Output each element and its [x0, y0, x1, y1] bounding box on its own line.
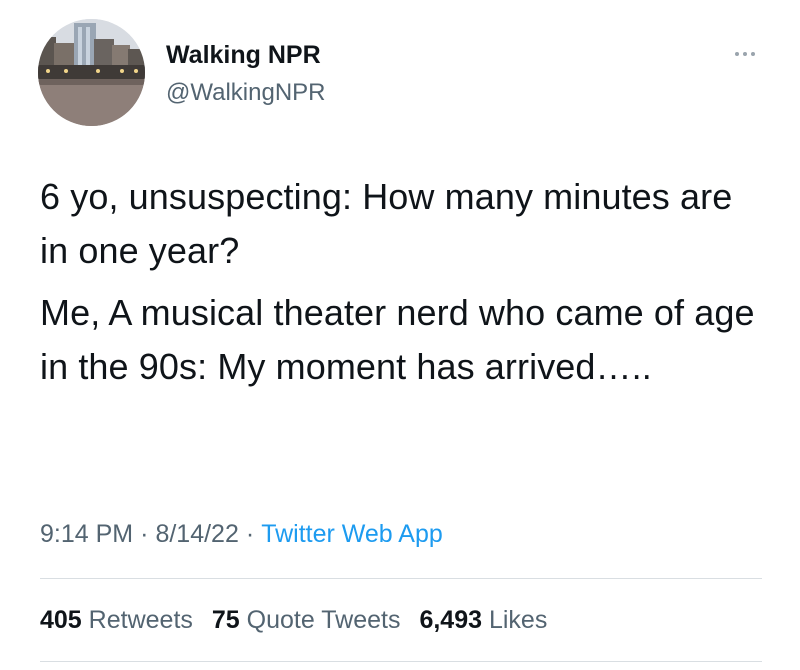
author-handle[interactable]: @WalkingNPR: [166, 78, 326, 108]
divider: [40, 578, 762, 579]
avatar-image: [38, 19, 145, 126]
tweet-card: Walking NPR @WalkingNPR 6 yo, unsuspecti…: [0, 0, 800, 670]
tweet-paragraph: 6 yo, unsuspecting: How many minutes are…: [40, 176, 733, 271]
tweet-paragraph: Me, A musical theater nerd who came of a…: [40, 292, 755, 387]
tweet-source-link[interactable]: Twitter Web App: [261, 520, 443, 548]
retweets-count: 405: [40, 606, 82, 634]
retweets-stat[interactable]: 405 Retweets: [40, 603, 193, 637]
tweet-text: 6 yo, unsuspecting: How many minutes are…: [40, 170, 770, 394]
more-icon: [735, 52, 739, 56]
likes-stat[interactable]: 6,493 Likes: [419, 603, 547, 637]
tweet-time[interactable]: 9:14 PM: [40, 520, 133, 548]
more-icon: [743, 52, 747, 56]
tweet-stats: 405 Retweets 75 Quote Tweets 6,493 Likes: [40, 603, 547, 637]
quote-tweets-stat[interactable]: 75 Quote Tweets: [212, 603, 401, 637]
quote-tweets-label: Quote Tweets: [246, 606, 401, 634]
likes-label: Likes: [488, 606, 548, 634]
meta-separator: ·: [140, 520, 149, 548]
avatar[interactable]: [38, 19, 145, 126]
more-icon: [751, 52, 755, 56]
retweets-label: Retweets: [88, 606, 193, 634]
divider: [40, 661, 762, 662]
meta-separator: ·: [245, 520, 255, 548]
tweet-meta: 9:14 PM · 8/14/22 · Twitter Web App: [40, 517, 443, 551]
quote-tweets-count: 75: [211, 606, 240, 634]
tweet-date[interactable]: 8/14/22: [155, 520, 238, 548]
author-name[interactable]: Walking NPR: [166, 40, 321, 70]
more-button[interactable]: [727, 42, 763, 66]
likes-count: 6,493: [419, 606, 483, 634]
